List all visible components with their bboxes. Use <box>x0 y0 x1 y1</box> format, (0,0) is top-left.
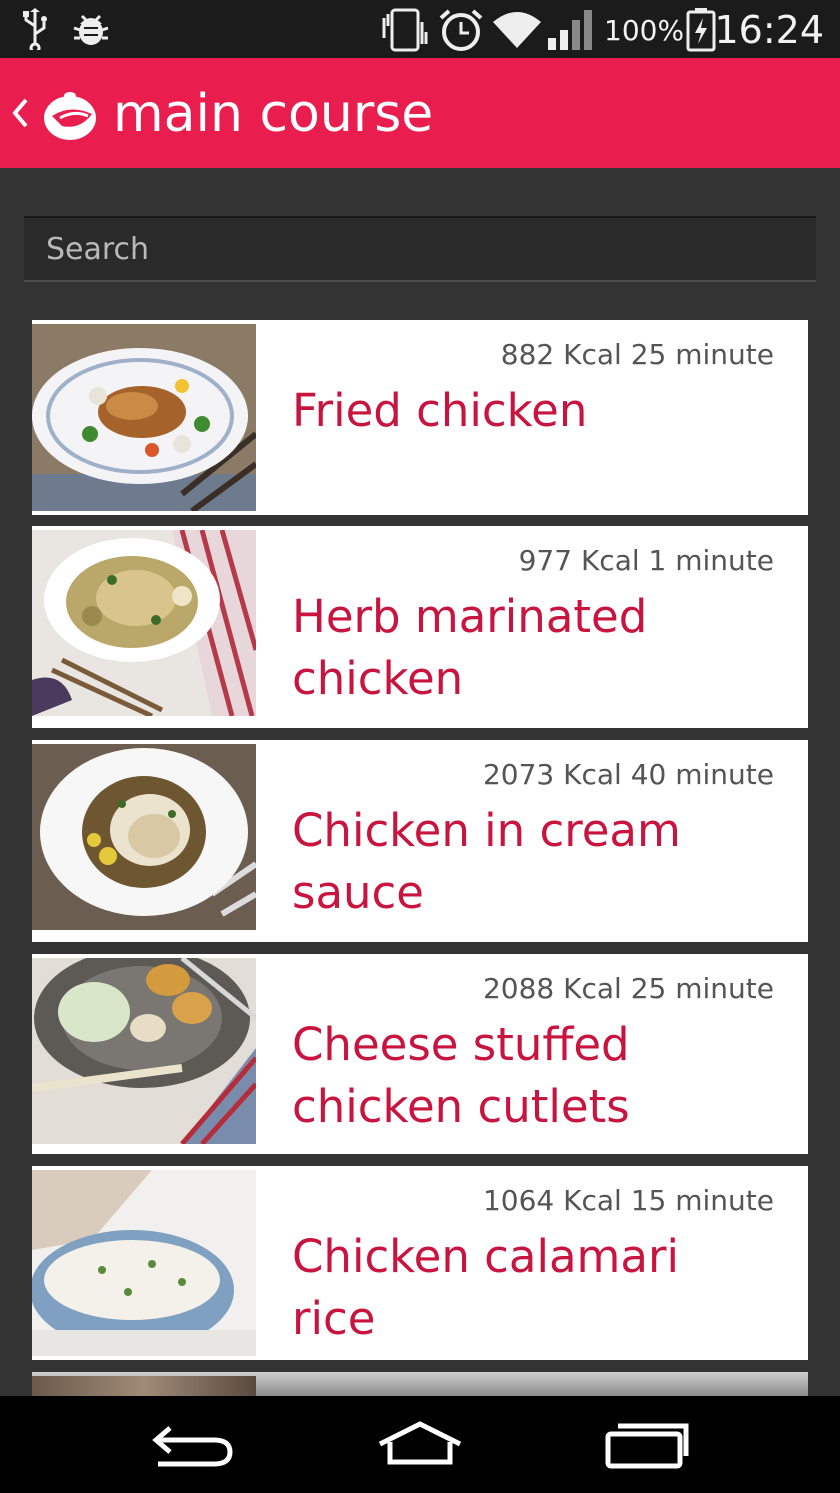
recipe-image <box>32 1170 256 1356</box>
recipe-name: Herb marinated chicken <box>292 590 648 705</box>
wifi-icon <box>490 8 544 56</box>
list-item[interactable]: 977 Kcal 1 minute Herb marinated chicken <box>32 526 808 728</box>
status-bar: 100% 16:24 <box>0 0 840 58</box>
recipe-image <box>32 958 256 1144</box>
recipe-meta: 2073 Kcal 40 minute <box>482 758 774 791</box>
back-icon[interactable] <box>150 1420 236 1474</box>
recipe-name: Chicken calamari rice <box>292 1230 679 1345</box>
signal-icon <box>546 8 598 56</box>
recipe-meta: 882 Kcal 25 minute <box>500 338 774 371</box>
recipe-meta: 1064 Kcal 15 minute <box>482 1184 774 1217</box>
chevron-left-icon[interactable] <box>10 96 30 134</box>
list-item[interactable]: 1064 Kcal 15 minute Chicken calamari ric… <box>32 1166 808 1360</box>
clock: 16:24 <box>714 8 824 52</box>
list-item[interactable]: 2073 Kcal 40 minute Chicken in cream sau… <box>32 740 808 942</box>
page-title: main course <box>113 84 434 144</box>
search-box <box>24 216 816 282</box>
recipe-image <box>32 744 256 930</box>
debug-icon <box>70 8 112 54</box>
recipe-name: Cheese stuffed chicken cutlets <box>292 1018 630 1133</box>
recipe-image <box>32 324 256 511</box>
recipe-name: Chicken in cream sauce <box>292 804 681 919</box>
app-bar: main course <box>0 58 840 168</box>
recipe-meta: 977 Kcal 1 minute <box>518 544 774 577</box>
home-icon[interactable] <box>374 1420 466 1474</box>
list-item[interactable]: 882 Kcal 25 minute Fried chicken <box>32 320 808 515</box>
list-item-partial[interactable] <box>32 1372 808 1396</box>
usb-icon <box>20 8 50 54</box>
search-input[interactable] <box>24 218 816 280</box>
battery-charging-icon <box>686 8 716 56</box>
alarm-icon <box>437 8 485 56</box>
list-item[interactable]: 2088 Kcal 25 minute Cheese stuffed chick… <box>32 954 808 1154</box>
recipe-image <box>32 1376 256 1396</box>
recipe-image <box>32 530 256 716</box>
pot-logo-icon[interactable] <box>40 88 100 146</box>
recipe-meta: 2088 Kcal 25 minute <box>482 972 774 1005</box>
recents-icon[interactable] <box>604 1420 690 1474</box>
recipe-name: Fried chicken <box>292 384 588 437</box>
navigation-bar <box>0 1396 840 1493</box>
vibrate-icon <box>380 8 430 56</box>
battery-percent: 100% <box>604 14 685 47</box>
